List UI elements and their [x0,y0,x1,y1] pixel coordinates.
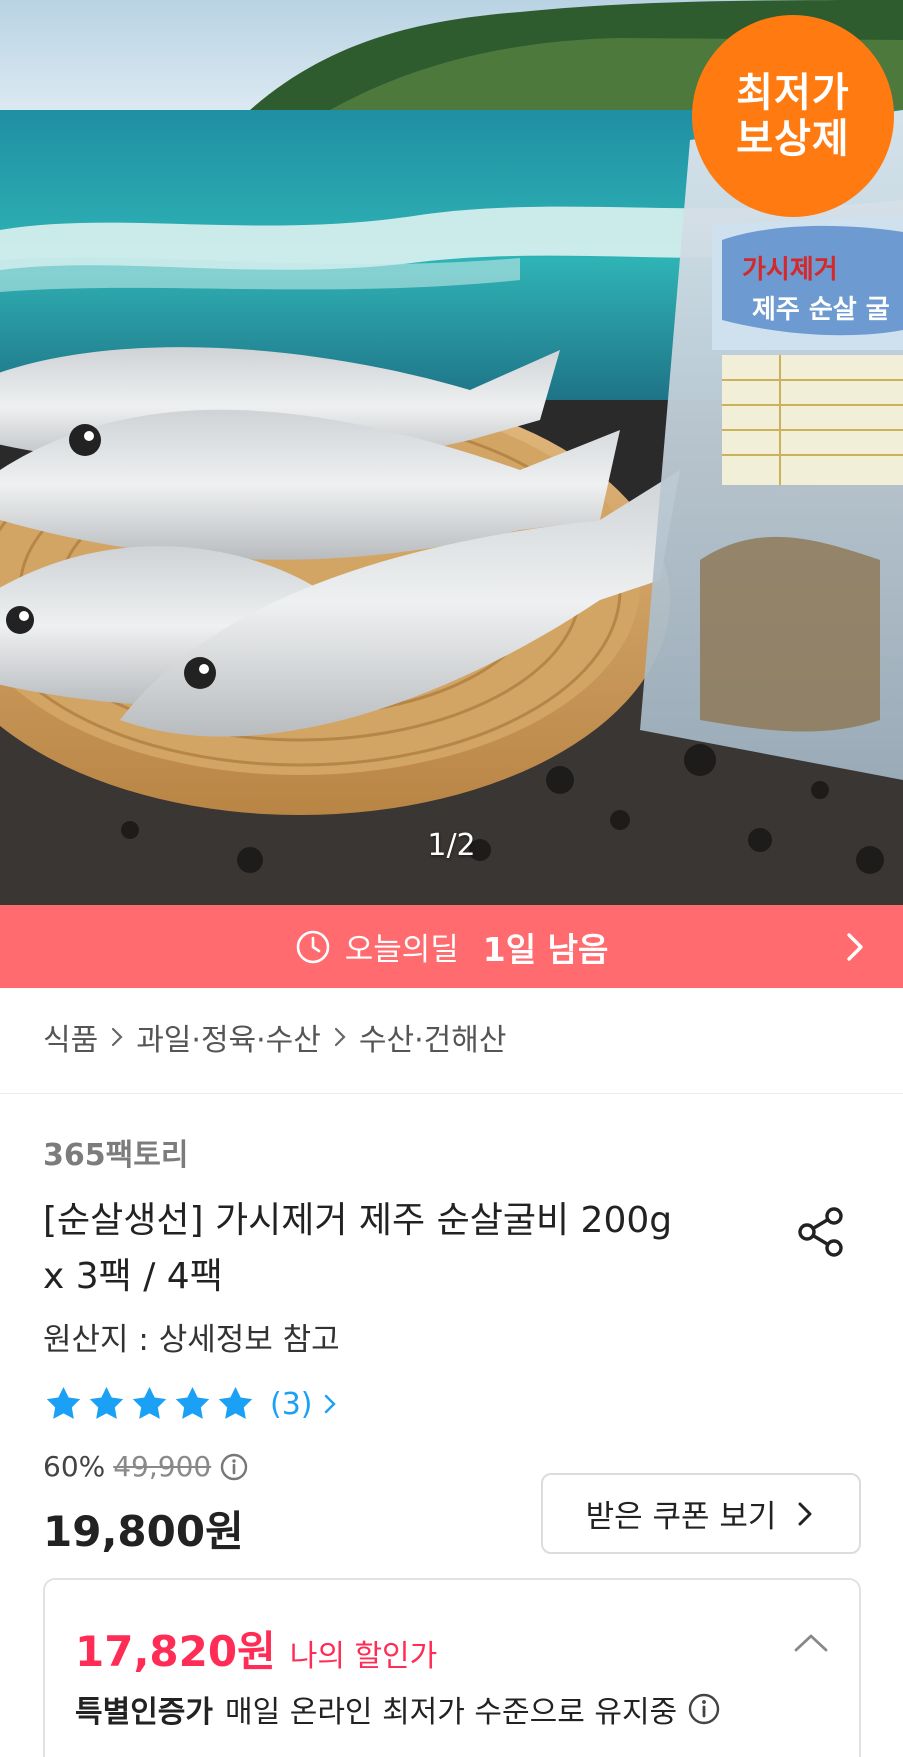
star-icon [175,1387,210,1419]
star-icon [46,1387,81,1419]
star-icon [132,1387,167,1419]
coupon-button-label: 받은 쿠폰 보기 [585,1499,777,1535]
discount-line: 60% 49,900 [43,1450,249,1483]
my-discount-label: 나의 할인가 [289,1639,438,1674]
breadcrumb-item-seafood-dried[interactable]: 수산·건해산 [359,1015,507,1059]
certified-price-row: 특별인증가 매일 온라인 최저가 수준으로 유지중 [75,1687,721,1731]
chevron-right-icon [324,1394,336,1414]
badge-line-1: 최저가 [736,70,850,116]
breadcrumb: 식품 과일·정육·수산 수산·건해산 [43,1015,506,1059]
star-icon [89,1387,124,1419]
certified-price-badge: 특별인증가 [75,1695,213,1730]
my-discount-price-panel: 17,820원 나의 할인가 특별인증가 매일 온라인 최저가 수준으로 유지중 [43,1578,861,1757]
product-image-carousel[interactable]: 가시제거 제주 순살 굴 최저가 보상제 1/2 [0,0,903,905]
my-price-row: 17,820원 나의 할인가 [75,1618,437,1679]
sale-price: 19,800원 [43,1507,244,1556]
certified-price-text: 매일 온라인 최저가 수준으로 유지중 [225,1695,678,1730]
review-count[interactable]: (3) [270,1387,313,1422]
origin-info: 원산지 : 상세정보 참고 [43,1322,340,1358]
deal-label: 오늘의딜 [344,932,459,968]
clock-icon [296,930,329,963]
badge-line-2: 보상제 [736,116,850,162]
chevron-right-icon [112,1027,123,1047]
view-coupons-button[interactable]: 받은 쿠폰 보기 [541,1473,861,1554]
deal-remaining: 1일 남음 [482,929,609,969]
chevron-up-icon[interactable] [793,1632,829,1654]
rating[interactable]: (3) [43,1384,339,1424]
info-icon[interactable] [687,1692,721,1726]
product-title: [순살생선] 가시제거 제주 순살굴비 200g x 3팩 / 4팩 [43,1200,673,1297]
lowest-price-guarantee-badge: 최저가 보상제 [692,15,894,217]
star-icon [218,1387,253,1419]
section-divider [0,1093,903,1094]
chevron-right-icon [334,1027,346,1047]
breadcrumb-item-food[interactable]: 식품 [43,1015,98,1059]
svg-text:제주 순살 굴: 제주 순살 굴 [752,295,890,325]
chevron-right-icon [798,1502,812,1525]
chevron-right-icon [847,933,863,961]
my-discount-price: 17,820원 [75,1627,276,1676]
info-icon[interactable] [219,1452,249,1482]
seller-name[interactable]: 365팩토리 [43,1130,188,1174]
image-counter: 1/2 [427,828,476,863]
original-price: 49,900 [113,1450,212,1483]
share-icon[interactable] [796,1206,846,1258]
breadcrumb-item-fruit-meat-seafood[interactable]: 과일·정육·수산 [136,1015,321,1059]
discount-rate: 60% [43,1450,106,1483]
todays-deal-bar[interactable]: 오늘의딜 1일 남음 [0,905,903,988]
svg-text:가시제거: 가시제거 [742,255,838,285]
